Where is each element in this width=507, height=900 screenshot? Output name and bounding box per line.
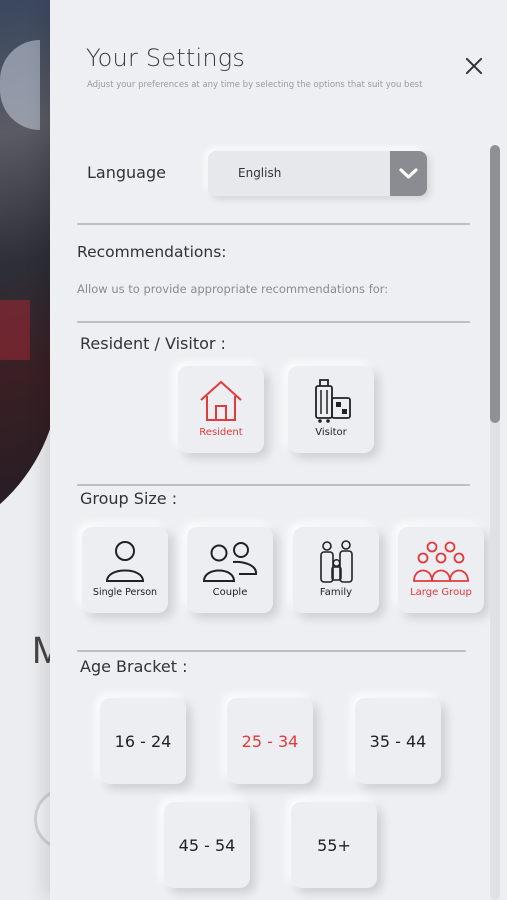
chevron-down-icon[interactable] <box>390 151 427 196</box>
option-age-55-plus[interactable]: 55+ <box>291 802 377 888</box>
option-single-person[interactable]: Single Person <box>82 527 168 613</box>
option-age-45-54[interactable]: 45 - 54 <box>164 802 250 888</box>
background-photo-accent <box>0 300 30 360</box>
couple-icon <box>202 542 257 582</box>
luggage-icon <box>315 379 351 423</box>
option-age-16-24-label: 16 - 24 <box>114 732 172 751</box>
option-family-label: Family <box>319 587 353 598</box>
option-large-group-label: Large Group <box>410 587 472 598</box>
language-label: Language <box>87 163 166 182</box>
recommendations-heading: Recommendations: <box>77 243 227 261</box>
single-person-icon <box>105 541 145 582</box>
option-age-45-54-label: 45 - 54 <box>178 836 236 855</box>
option-family[interactable]: Family <box>293 527 379 613</box>
scrollbar[interactable] <box>490 145 500 900</box>
divider <box>77 321 470 323</box>
option-age-25-34-label: 25 - 34 <box>241 732 299 751</box>
option-age-35-44-label: 35 - 44 <box>369 732 427 751</box>
divider <box>77 223 470 225</box>
age-bracket-label: Age Bracket : <box>80 657 188 676</box>
recommendations-note: Allow us to provide appropriate recommen… <box>77 282 389 296</box>
page-subtitle: Adjust your preferences at any time by s… <box>87 80 423 90</box>
close-button[interactable] <box>462 54 486 78</box>
family-icon <box>320 540 353 583</box>
option-large-group[interactable]: Large Group <box>398 527 484 613</box>
option-resident-label: Resident <box>199 427 243 438</box>
large-group-icon <box>413 541 469 582</box>
option-resident[interactable]: Resident <box>178 366 264 453</box>
option-visitor-label: Visitor <box>315 427 347 438</box>
option-couple[interactable]: Couple <box>187 527 273 613</box>
language-selected-value: English <box>238 166 282 180</box>
resident-visitor-label: Resident / Visitor : <box>80 334 226 353</box>
group-size-label: Group Size : <box>80 489 178 508</box>
option-age-55-plus-label: 55+ <box>317 836 351 855</box>
settings-panel: Your Settings Adjust your preferences at… <box>50 0 507 900</box>
option-couple-label: Couple <box>212 587 248 598</box>
page-title: Your Settings <box>86 44 246 72</box>
divider <box>77 484 470 486</box>
option-age-16-24[interactable]: 16 - 24 <box>100 698 186 784</box>
option-age-25-34[interactable]: 25 - 34 <box>227 698 313 784</box>
option-age-35-44[interactable]: 35 - 44 <box>355 698 441 784</box>
option-visitor[interactable]: Visitor <box>288 366 374 453</box>
language-select[interactable]: English <box>208 151 427 196</box>
option-single-person-label: Single Person <box>92 587 158 598</box>
divider <box>77 650 466 652</box>
house-icon <box>200 380 242 421</box>
scrollbar-thumb[interactable] <box>490 145 500 423</box>
